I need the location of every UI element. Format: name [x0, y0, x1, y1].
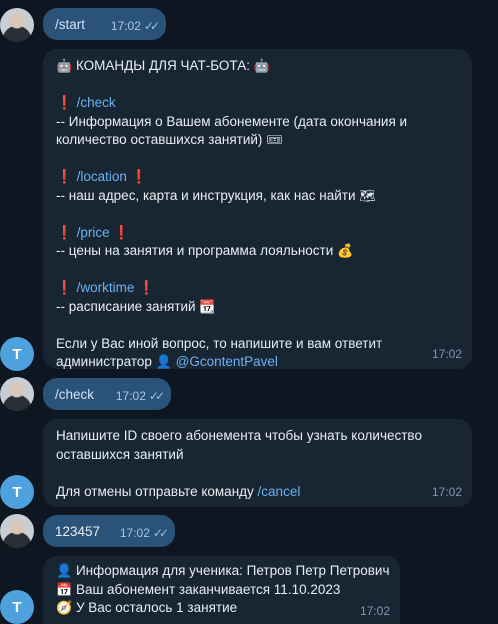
robot-icon: 🤖: [253, 58, 270, 73]
message-id[interactable]: 123457 17:02 ✓✓: [43, 515, 175, 547]
message-commands: 🤖 КОМАНДЫ ДЛЯ ЧАТ-БОТА: 🤖 ❗ /check -- Ин…: [43, 49, 472, 369]
ticket-icon: 🎟: [266, 132, 283, 147]
message-student-info: 👤 Информация для ученика: Петров Петр Пе…: [43, 556, 400, 624]
command-link-worktime[interactable]: /worktime: [77, 280, 135, 295]
exclamation-icon: ❗: [56, 280, 73, 295]
user-avatar[interactable]: [0, 514, 34, 548]
read-ticks-icon: ✓✓: [152, 525, 169, 540]
message-time: 17:02: [431, 346, 462, 361]
bot-avatar[interactable]: T: [0, 337, 34, 371]
bot-avatar[interactable]: T: [0, 590, 34, 624]
message-text: Для отмены отправьте команду: [56, 483, 254, 499]
footer-text: Если у Вас иной вопрос, то напишите и ва…: [56, 335, 383, 351]
student-name: Информация для ученика: Петров Петр Петр…: [75, 563, 390, 578]
message-check[interactable]: /check 17:02 ✓✓: [43, 378, 171, 410]
message-start[interactable]: /start 17:02 ✓✓: [43, 8, 166, 40]
footer-text: администратор: [56, 354, 152, 369]
command-description: -- наш адрес, карта и инструкция, как на…: [56, 187, 356, 203]
user-avatar[interactable]: [0, 8, 34, 42]
money-bag-icon: 💰: [337, 243, 354, 258]
calendar-icon: 📅: [56, 581, 73, 597]
exclamation-icon: ❗: [56, 224, 73, 240]
exclamation-icon: ❗: [56, 95, 73, 110]
lessons-left: У Вас осталось 1 занятие: [75, 600, 238, 615]
command-link-check[interactable]: /check: [77, 95, 116, 110]
read-ticks-icon: ✓✓: [143, 18, 160, 33]
calendar-icon: 📆: [199, 298, 216, 314]
exclamation-icon: ❗: [138, 280, 155, 295]
command-description: -- расписание занятий: [56, 298, 196, 314]
message-time: 17:02: [115, 388, 146, 403]
message-time: 17:02: [431, 484, 462, 499]
exclamation-icon: ❗: [130, 169, 148, 184]
command-link-price[interactable]: /price: [77, 225, 110, 240]
command-link[interactable]: /check: [55, 386, 94, 405]
command-description: количество оставшихся занятий): [56, 132, 263, 147]
command-description: -- Информация о Вашем абонементе (дата о…: [56, 113, 408, 129]
mention-link[interactable]: @GcontentPavel: [176, 354, 278, 369]
exclamation-icon: ❗: [56, 169, 73, 184]
command-link[interactable]: /start: [55, 16, 85, 35]
message-text: Напишите ID своего абонемента чтобы узна…: [56, 428, 422, 443]
message-time: 17:02: [359, 603, 390, 618]
read-ticks-icon: ✓✓: [148, 388, 165, 403]
message-enter-id: Напишите ID своего абонемента чтобы узна…: [43, 419, 472, 507]
user-avatar[interactable]: [0, 377, 34, 411]
command-link-location[interactable]: /location: [77, 169, 127, 184]
command-description: -- цены на занятия и программа лояльност…: [56, 243, 334, 258]
message-text: 123457: [55, 524, 101, 539]
exclamation-icon: ❗: [113, 224, 131, 240]
subscription-end: Ваш абонемент заканчивается 11.10.2023: [75, 581, 341, 597]
command-link-cancel[interactable]: /cancel: [258, 484, 301, 499]
message-time: 17:02: [110, 18, 141, 33]
robot-icon: 🤖: [56, 58, 73, 73]
message-text: оставшихся занятий: [56, 446, 184, 462]
person-icon: 👤: [155, 354, 172, 369]
commands-header: КОМАНДЫ ДЛЯ ЧАТ-БОТА:: [75, 58, 250, 73]
message-time: 17:02: [119, 525, 150, 540]
compass-icon: 🧭: [56, 600, 73, 615]
map-icon: 🗺: [359, 187, 376, 203]
person-icon: 👤: [56, 563, 73, 578]
bot-avatar[interactable]: T: [0, 475, 34, 509]
